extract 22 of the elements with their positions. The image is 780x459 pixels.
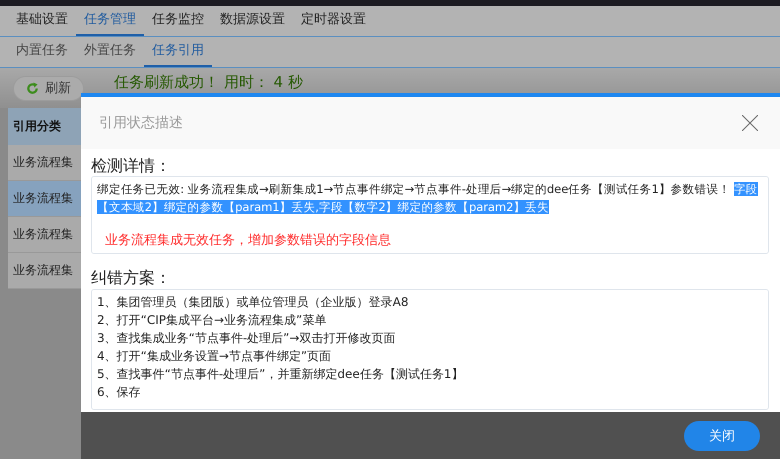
close-button[interactable]: 关闭 (684, 421, 760, 451)
sub-tab[interactable]: 内置任务 (8, 37, 76, 67)
detail-text: 绑定任务已无效: 业务流程集成→刷新集成1→节点事件绑定→节点事件-处理后→绑定的dee任务【测试任务1】参数错误！ 字段【文本域2】绑定的参数【param1】丢失,字段【数字2】绑定的参数【param2】丢失 (97, 181, 759, 216)
solution-step: 1、集团管理员（集团版）或单位管理员（企业版）登录A8 (97, 293, 763, 311)
nav-tab[interactable]: 定时器设置 (293, 6, 374, 36)
refresh-icon (26, 82, 39, 94)
nav-tab[interactable]: 基础设置 (8, 6, 76, 36)
close-icon[interactable] (742, 115, 758, 131)
section-label: 纠错方案： (91, 268, 172, 288)
solution-step: 6、保存 (97, 383, 763, 401)
dialog-title: 引用状态描述 (99, 114, 183, 132)
section-label: 检测详情： (91, 156, 172, 176)
refresh-button[interactable]: 刷新 (13, 76, 84, 100)
solution-step: 5、查找事件“节点事件-处理后”，并重新绑定dee任务【测试任务1】 (97, 365, 763, 383)
solution-step: 3、查找集成业务“节点事件-处理后”→双击打开修改页面 (97, 329, 763, 347)
nav-tab[interactable]: 任务监控 (144, 6, 212, 36)
status-message: 任务刷新成功！ 用时： 4 秒 (114, 73, 303, 92)
nav-tab[interactable]: 数据源设置 (212, 6, 293, 36)
solution-step: 2、打开“CIP集成平台→业务流程集成”菜单 (97, 311, 763, 329)
detail-note: 业务流程集成无效任务，增加参数错误的字段信息 (104, 232, 392, 250)
sub-tab[interactable]: 外置任务 (76, 37, 144, 67)
solution-step: 4、打开“集成业务设置→节点事件绑定”页面 (97, 347, 763, 365)
